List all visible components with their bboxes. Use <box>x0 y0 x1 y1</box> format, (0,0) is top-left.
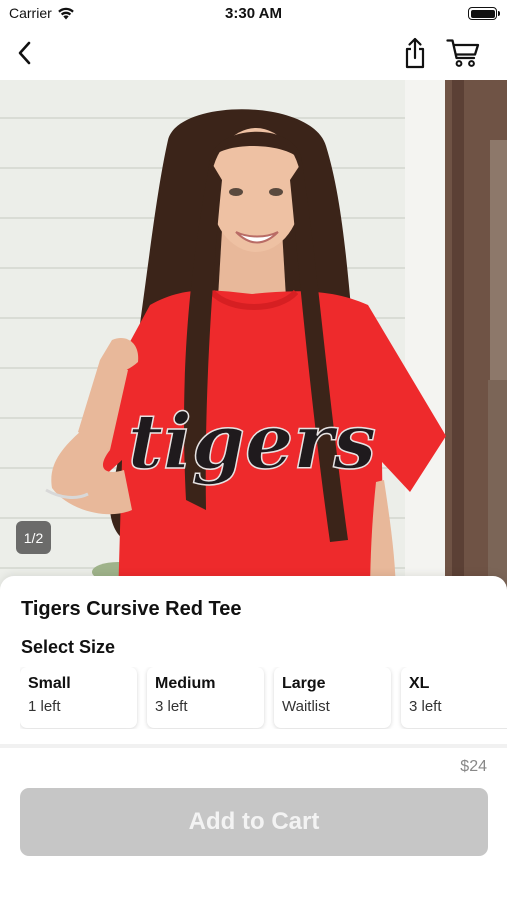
nav-bar <box>0 28 507 80</box>
divider <box>0 744 507 748</box>
add-to-cart-button[interactable]: Add to Cart <box>20 788 488 856</box>
size-option-small[interactable]: Small 1 left <box>20 667 137 728</box>
size-name: Small <box>28 675 71 692</box>
product-image-carousel[interactable]: tigers 1/2 <box>0 80 507 600</box>
size-option-large[interactable]: Large Waitlist <box>274 667 391 728</box>
share-icon <box>405 37 425 69</box>
size-name: Large <box>282 675 326 692</box>
back-button[interactable] <box>8 36 42 70</box>
image-page-indicator: 1/2 <box>16 521 51 554</box>
share-button[interactable] <box>397 34 433 72</box>
size-section-heading: Select Size <box>21 637 116 657</box>
status-bar: Carrier 3:30 AM <box>0 0 507 28</box>
size-stock: 3 left <box>155 698 188 715</box>
size-name: XL <box>409 675 430 692</box>
size-name: Medium <box>155 675 216 692</box>
status-time: 3:30 AM <box>225 5 282 22</box>
product-photo: tigers <box>0 80 507 600</box>
chevron-left-icon <box>18 41 31 65</box>
shirt-print-text: tigers <box>128 397 376 486</box>
battery-full-icon <box>468 7 500 20</box>
product-price: $24 <box>460 758 487 775</box>
size-stock: Waitlist <box>282 698 330 715</box>
size-option-medium[interactable]: Medium 3 left <box>147 667 264 728</box>
cart-button[interactable] <box>443 34 483 72</box>
size-stock: 3 left <box>409 698 442 715</box>
size-stock: 1 left <box>28 698 61 715</box>
shopping-cart-icon <box>446 39 480 67</box>
size-options[interactable]: Small 1 left Medium 3 left Large Waitlis… <box>20 667 507 729</box>
product-title: Tigers Cursive Red Tee <box>21 598 242 620</box>
product-details-sheet: Tigers Cursive Red Tee Select Size Small… <box>0 576 507 900</box>
size-option-xl[interactable]: XL 3 left <box>401 667 507 728</box>
